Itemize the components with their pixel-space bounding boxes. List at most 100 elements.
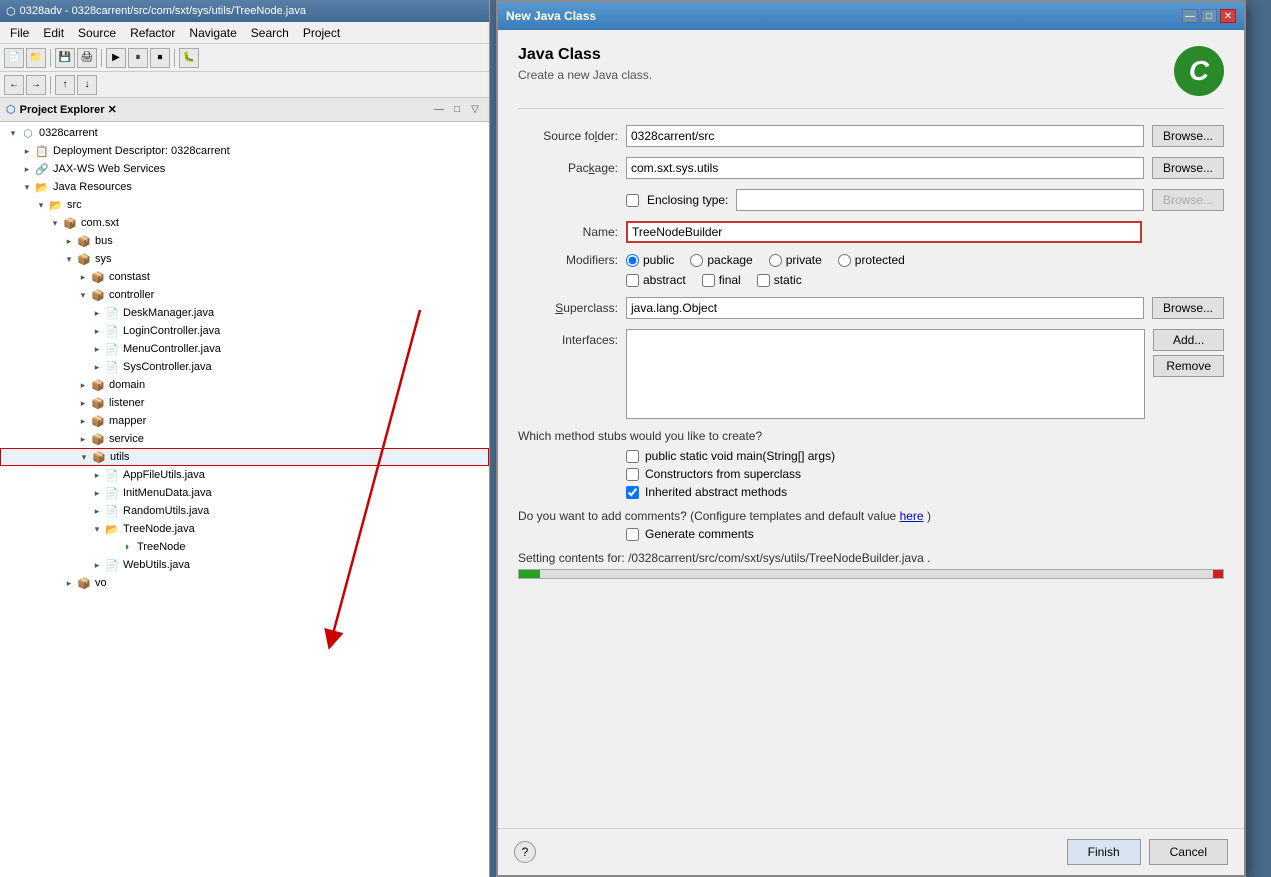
label-jaxws: JAX-WS Web Services bbox=[53, 163, 165, 175]
modifier-private-radio[interactable] bbox=[769, 254, 782, 267]
modifier-static[interactable]: static bbox=[757, 273, 802, 287]
explorer-minimize-btn[interactable]: — bbox=[431, 102, 447, 118]
tree-item-deployment[interactable]: ▸ 📋 Deployment Descriptor: 0328carrent bbox=[0, 142, 489, 160]
tree-item-comsxt[interactable]: ▾ 📦 com.sxt bbox=[0, 214, 489, 232]
dialog-close-btn[interactable]: ✕ bbox=[1220, 9, 1236, 23]
dialog-maximize-btn[interactable]: □ bbox=[1201, 9, 1217, 23]
menu-navigate[interactable]: Navigate bbox=[183, 24, 242, 42]
modifier-abstract[interactable]: abstract bbox=[626, 273, 686, 287]
label-bus: bus bbox=[95, 235, 113, 247]
tree-item-sys[interactable]: ▾ 📦 sys bbox=[0, 250, 489, 268]
menu-file[interactable]: File bbox=[4, 24, 35, 42]
tree-item-webutils[interactable]: ▸ 📄 WebUtils.java bbox=[0, 556, 489, 574]
toolbar-stop-btn[interactable]: ⏹ bbox=[150, 48, 170, 68]
modifier-protected[interactable]: protected bbox=[838, 253, 905, 267]
tree-item-utils[interactable]: ▾ 📦 utils bbox=[0, 448, 489, 466]
menu-source[interactable]: Source bbox=[72, 24, 122, 42]
stub-main-checkbox[interactable] bbox=[626, 450, 639, 463]
tree-item-menucontroller[interactable]: ▸ 📄 MenuController.java bbox=[0, 340, 489, 358]
menu-edit[interactable]: Edit bbox=[37, 24, 70, 42]
progress-bar-end bbox=[1213, 570, 1223, 578]
modifier-static-checkbox[interactable] bbox=[757, 274, 770, 287]
tree-item-mapper[interactable]: ▸ 📦 mapper bbox=[0, 412, 489, 430]
tree-item-listener[interactable]: ▸ 📦 listener bbox=[0, 394, 489, 412]
modifier-public-radio[interactable] bbox=[626, 254, 639, 267]
tree-item-vo[interactable]: ▸ 📦 vo bbox=[0, 574, 489, 592]
explorer-menu-btn[interactable]: ▽ bbox=[467, 102, 483, 118]
modifier-final-checkbox[interactable] bbox=[702, 274, 715, 287]
menu-search[interactable]: Search bbox=[245, 24, 295, 42]
superclass-input[interactable] bbox=[626, 297, 1144, 319]
interfaces-add-btn[interactable]: Add... bbox=[1153, 329, 1224, 351]
name-input[interactable] bbox=[626, 221, 1142, 243]
tree-item-syscontroller[interactable]: ▸ 📄 SysController.java bbox=[0, 358, 489, 376]
tree-item-initmenudata[interactable]: ▸ 📄 InitMenuData.java bbox=[0, 484, 489, 502]
tree-item-logincontroller[interactable]: ▸ 📄 LoginController.java bbox=[0, 322, 489, 340]
label-comsxt: com.sxt bbox=[81, 217, 119, 229]
tree-item-treenode-class[interactable]: ◑ TreeNode bbox=[0, 538, 489, 556]
superclass-browse-btn[interactable]: Browse... bbox=[1152, 297, 1224, 319]
source-folder-input[interactable] bbox=[626, 125, 1144, 147]
modifier-private[interactable]: private bbox=[769, 253, 822, 267]
toolbar-down-btn[interactable]: ↓ bbox=[77, 75, 97, 95]
menu-refactor[interactable]: Refactor bbox=[124, 24, 181, 42]
toolbar-debug-btn[interactable]: 🐛 bbox=[179, 48, 199, 68]
tree-item-randomutils[interactable]: ▸ 📄 RandomUtils.java bbox=[0, 502, 489, 520]
modifier-package[interactable]: package bbox=[690, 253, 752, 267]
help-icon[interactable]: ? bbox=[514, 841, 536, 863]
cancel-button[interactable]: Cancel bbox=[1149, 839, 1228, 865]
stub-inherited-checkbox[interactable] bbox=[626, 486, 639, 499]
enclosing-type-checkbox[interactable] bbox=[626, 194, 639, 207]
tree-item-treenode-java[interactable]: ▾ 📂 TreeNode.java bbox=[0, 520, 489, 538]
toolbar-run-btn[interactable]: ▶ bbox=[106, 48, 126, 68]
label-mapper: mapper bbox=[109, 415, 146, 427]
enclosing-type-browse-btn[interactable]: Browse... bbox=[1152, 189, 1224, 211]
package-browse-btn[interactable]: Browse... bbox=[1152, 157, 1224, 179]
package-input[interactable] bbox=[626, 157, 1144, 179]
interfaces-remove-btn[interactable]: Remove bbox=[1153, 355, 1224, 377]
toolbar-open-btn[interactable]: 📁 bbox=[26, 48, 46, 68]
tree-item-controller[interactable]: ▾ 📦 controller bbox=[0, 286, 489, 304]
generate-comments-checkbox[interactable] bbox=[626, 528, 639, 541]
icon-deskmanager: 📄 bbox=[104, 305, 120, 321]
tree-item-root[interactable]: ▾ ⬡ 0328carrent bbox=[0, 124, 489, 142]
arrow-logincontroller: ▸ bbox=[90, 324, 104, 338]
toolbar-back-btn[interactable]: ← bbox=[4, 75, 24, 95]
modifier-final[interactable]: final bbox=[702, 273, 741, 287]
arrow-appfileutils: ▸ bbox=[90, 468, 104, 482]
enclosing-type-input[interactable] bbox=[736, 189, 1144, 211]
modifier-package-radio[interactable] bbox=[690, 254, 703, 267]
menu-project[interactable]: Project bbox=[297, 24, 346, 42]
dialog-minimize-btn[interactable]: — bbox=[1182, 9, 1198, 23]
tree-item-jaxws[interactable]: ▸ 🔗 JAX-WS Web Services bbox=[0, 160, 489, 178]
modifier-public[interactable]: public bbox=[626, 253, 674, 267]
explorer-maximize-btn[interactable]: □ bbox=[449, 102, 465, 118]
modifier-abstract-checkbox[interactable] bbox=[626, 274, 639, 287]
modifier-protected-radio[interactable] bbox=[838, 254, 851, 267]
toolbar-new-btn[interactable]: 📄 bbox=[4, 48, 24, 68]
icon-treenode-java: 📂 bbox=[104, 521, 120, 537]
toolbar-up-btn[interactable]: ↑ bbox=[55, 75, 75, 95]
tree-item-deskmanager[interactable]: ▸ 📄 DeskManager.java bbox=[0, 304, 489, 322]
tree-item-src[interactable]: ▾ 📂 src bbox=[0, 196, 489, 214]
source-folder-browse-btn[interactable]: Browse... bbox=[1152, 125, 1224, 147]
tree-item-service[interactable]: ▸ 📦 service bbox=[0, 430, 489, 448]
tree-item-java-resources[interactable]: ▾ 📂 Java Resources bbox=[0, 178, 489, 196]
tree-item-constast[interactable]: ▸ 📦 constast bbox=[0, 268, 489, 286]
finish-button[interactable]: Finish bbox=[1067, 839, 1141, 865]
label-initmenudata: InitMenuData.java bbox=[123, 487, 212, 499]
tree-item-bus[interactable]: ▸ 📦 bus bbox=[0, 232, 489, 250]
toolbar-2: ← → ↑ ↓ bbox=[0, 72, 489, 98]
tree-item-domain[interactable]: ▸ 📦 domain bbox=[0, 376, 489, 394]
tree-item-appfileutils[interactable]: ▸ 📄 AppFileUtils.java bbox=[0, 466, 489, 484]
toolbar-print-btn[interactable]: 🖨 bbox=[77, 48, 97, 68]
toolbar-pause-btn[interactable]: ⏸ bbox=[128, 48, 148, 68]
stub-constructors-checkbox[interactable] bbox=[626, 468, 639, 481]
arrow-constast: ▸ bbox=[76, 270, 90, 284]
toolbar-fwd-btn[interactable]: → bbox=[26, 75, 46, 95]
name-row: Name: bbox=[518, 221, 1224, 243]
generate-comments-row: Generate comments bbox=[626, 527, 1224, 541]
toolbar-save-btn[interactable]: 💾 bbox=[55, 48, 75, 68]
label-utils: utils bbox=[110, 451, 130, 463]
comments-here-link[interactable]: here bbox=[900, 509, 924, 523]
